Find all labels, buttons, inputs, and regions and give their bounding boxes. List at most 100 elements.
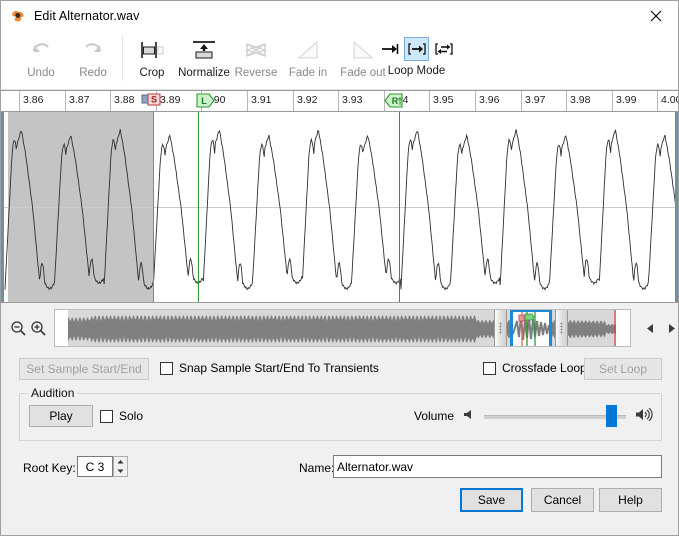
loop-end-line[interactable] — [399, 112, 400, 302]
grip-dots-icon — [498, 321, 502, 335]
undo-icon — [28, 35, 54, 65]
sample-start-line[interactable] — [153, 112, 154, 302]
loop-start-flag[interactable]: L — [196, 92, 216, 108]
ruler-tick-label: 3.87 — [69, 94, 90, 106]
timeline-ruler[interactable]: 3.863.873.883.893.903.913.923.933.943.95… — [1, 90, 678, 112]
svg-text:L: L — [201, 96, 207, 106]
waveform-left-edge — [1, 112, 4, 302]
toolbar: Undo Redo Crop Normalize Reverse Fade in… — [1, 31, 678, 90]
app-icon — [10, 8, 26, 24]
root-key-value: C 3 — [85, 459, 105, 474]
control-panel: Set Sample Start/End Snap Sample Start/E… — [1, 353, 678, 535]
help-button[interactable]: Help — [599, 488, 662, 512]
checkbox-box — [483, 361, 496, 375]
overview-view-window[interactable] — [509, 310, 552, 346]
fade-in-button[interactable]: Fade in — [282, 31, 334, 79]
overview-left-handle[interactable] — [493, 310, 507, 346]
overview-waveform[interactable] — [53, 309, 632, 347]
grip-dots-icon — [559, 321, 563, 335]
cancel-button[interactable]: Cancel — [531, 488, 594, 512]
window-title: Edit Alternator.wav — [34, 9, 140, 23]
root-key-stepper[interactable] — [113, 456, 128, 477]
loop-mode-label: Loop Mode — [387, 65, 446, 77]
waveform-right-edge — [675, 112, 678, 302]
overview-right-handle[interactable] — [554, 310, 568, 346]
overview-view-window-inner — [512, 312, 549, 346]
close-button[interactable] — [633, 1, 678, 30]
ruler-tick-label: 3.96 — [479, 94, 500, 106]
checkbox-box — [100, 409, 113, 423]
overview-row — [1, 303, 678, 353]
loop-mode-group: Loop Mode — [377, 35, 456, 77]
normalize-icon — [189, 35, 219, 65]
one-shot-icon[interactable] — [377, 37, 402, 61]
waveform-display[interactable] — [1, 112, 678, 303]
set-loop-button[interactable]: Set Loop — [584, 358, 662, 380]
overview-nav — [643, 321, 678, 335]
ruler-tick-label: 3.95 — [433, 94, 454, 106]
waveform-trace — [4, 129, 678, 291]
set-sample-start-end-label: Set Sample Start/End — [26, 362, 142, 376]
name-label: Name: — [299, 461, 335, 475]
volume-label: Volume — [414, 409, 455, 423]
normalize-button[interactable]: Normalize — [178, 31, 230, 79]
snap-to-transients-checkbox[interactable]: Snap Sample Start/End To Transients — [160, 361, 379, 375]
snap-to-transients-label: Snap Sample Start/End To Transients — [179, 361, 379, 375]
play-button[interactable]: Play — [29, 405, 93, 427]
crop-icon — [138, 35, 166, 65]
checkbox-box — [160, 361, 173, 375]
stepper-up-icon[interactable] — [114, 457, 127, 467]
crossfade-loop-checkbox[interactable]: Crossfade Loop — [483, 361, 587, 375]
normalize-label: Normalize — [178, 67, 230, 79]
zoom-out-icon[interactable] — [9, 318, 28, 338]
set-loop-label: Set Loop — [598, 362, 648, 376]
cancel-label: Cancel — [543, 493, 582, 507]
redo-button[interactable]: Redo — [67, 31, 119, 79]
solo-label: Solo — [119, 409, 144, 423]
fade-in-icon — [294, 35, 322, 65]
redo-icon — [80, 35, 106, 65]
svg-text:S: S — [151, 95, 157, 105]
volume-slider-thumb[interactable] — [605, 405, 617, 427]
fade-in-label: Fade in — [288, 67, 328, 79]
crossfade-loop-label: Crossfade Loop — [502, 361, 587, 375]
svg-text:R: R — [392, 96, 399, 106]
loop-mode-buttons — [377, 35, 456, 63]
volume-slider[interactable] — [484, 405, 626, 429]
save-button[interactable]: Save — [460, 488, 523, 512]
zoom-in-icon[interactable] — [28, 318, 47, 338]
redo-label: Redo — [79, 67, 107, 79]
reverse-icon — [241, 35, 271, 65]
nav-right-icon[interactable] — [664, 321, 678, 335]
reverse-button[interactable]: Reverse — [230, 31, 282, 79]
play-label: Play — [49, 409, 73, 423]
ruler-tick-label: 3.99 — [616, 94, 637, 106]
sample-start-flag[interactable]: S — [141, 93, 167, 108]
root-key-field[interactable]: C 3 — [77, 456, 113, 477]
forward-loop-icon[interactable] — [404, 37, 429, 61]
speaker-high-icon — [635, 407, 653, 425]
name-value: Alternator.wav — [337, 459, 414, 474]
set-sample-start-end-button[interactable]: Set Sample Start/End — [19, 358, 149, 380]
ruler-tick-label: 3.97 — [525, 94, 546, 106]
ruler-tick-label: 3.91 — [251, 94, 272, 106]
crop-button[interactable]: Crop — [126, 31, 178, 79]
title-bar: Edit Alternator.wav — [1, 1, 678, 31]
solo-checkbox[interactable]: Solo — [100, 409, 143, 423]
pingpong-loop-icon[interactable] — [431, 37, 456, 61]
toolbar-separator-1 — [122, 35, 123, 81]
ruler-tick-label: 3.93 — [342, 94, 363, 106]
loop-start-line[interactable] — [198, 112, 199, 302]
audition-group-title: Audition — [28, 386, 78, 400]
loop-end-flag[interactable]: R — [383, 92, 405, 108]
volume-slider-track — [484, 415, 626, 419]
crop-label: Crop — [139, 67, 165, 79]
stepper-down-icon[interactable] — [114, 467, 127, 477]
name-field[interactable]: Alternator.wav — [333, 455, 662, 478]
nav-left-icon[interactable] — [643, 321, 657, 335]
help-label: Help — [618, 493, 643, 507]
fade-out-icon — [349, 35, 377, 65]
undo-button[interactable]: Undo — [15, 31, 67, 79]
speaker-low-icon — [462, 408, 476, 424]
ruler-tick-label: 3.88 — [114, 94, 135, 106]
